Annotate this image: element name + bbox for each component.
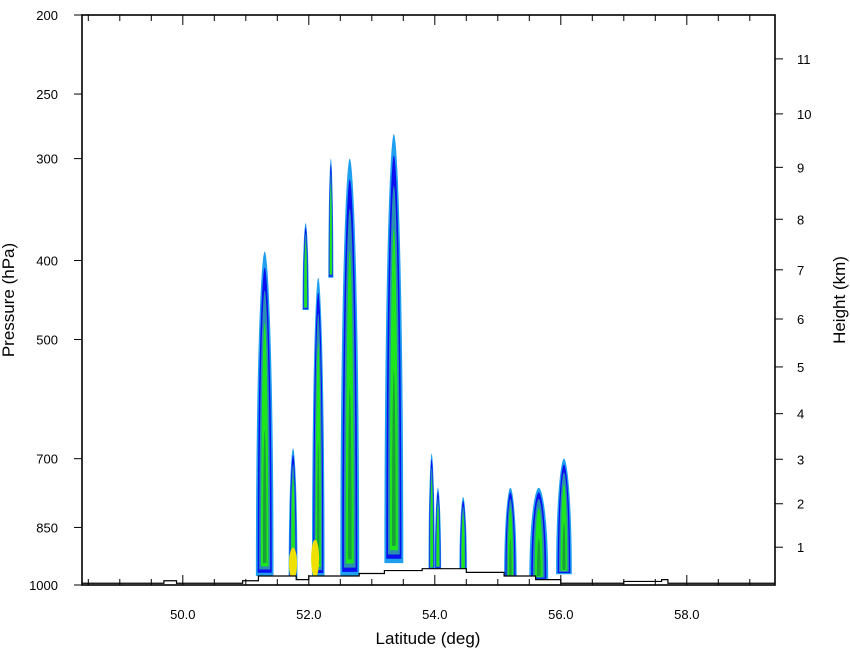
height-tick-label: 7 [797,263,804,278]
height-tick-label: 11 [797,52,811,67]
terrain-layer [82,568,775,585]
pressure-tick-label: 700 [36,452,58,467]
y-axis-right: 1 2 3 4 5 6 7 8 9 10 11 [775,52,811,555]
height-tick-label: 9 [797,160,804,175]
pressure-tick-label: 400 [36,253,58,268]
height-tick-label: 5 [797,360,804,375]
contour-core [311,539,320,578]
contour-column [328,158,334,278]
contour-column [311,277,325,577]
plot-frame [81,14,776,586]
pressure-tick-label: 250 [36,87,58,102]
y-axis-left: 200 250 300 400 500 700 850 1000 [29,8,82,593]
pressure-tick-label: 200 [36,8,58,23]
height-tick-label: 2 [797,497,804,512]
contour-column [384,134,404,564]
contour-column [504,487,517,580]
pressure-tick-label: 500 [36,333,58,348]
height-tick-label: 4 [797,407,804,422]
contour-layer [255,134,572,580]
x-axis-label: Latitude (deg) [376,629,481,648]
height-tick-label: 1 [797,540,804,555]
contour-column [255,251,274,577]
contour-column [556,458,572,575]
y-axis-label-left: Pressure (hPa) [0,243,18,357]
height-tick-label: 3 [797,452,804,467]
x-tick-label: 54.0 [422,607,447,622]
contour-column [529,487,549,580]
x-tick-label: 56.0 [548,607,573,622]
contour-column [428,453,435,571]
x-tick-label: 58.0 [674,607,699,622]
terrain-fill [82,568,775,585]
x-tick-label: 50.0 [170,607,195,622]
x-axis: 50.0 52.0 54.0 56.0 58.0 [87,15,751,622]
height-tick-label: 6 [797,312,804,327]
pressure-tick-label: 300 [36,152,58,167]
cross-section-chart: 50.0 52.0 54.0 56.0 58.0 200 250 300 400 500 700 8… [0,8,849,648]
contour-column [302,223,309,310]
y-axis-label-right: Height (km) [830,256,849,344]
height-tick-label: 8 [797,212,804,227]
contour-column [459,497,467,575]
contour-column [434,487,442,569]
pressure-tick-label: 1000 [29,578,58,593]
contour-core [289,547,298,580]
height-tick-label: 10 [797,107,811,122]
x-tick-label: 52.0 [296,607,321,622]
contour-column [340,158,360,577]
pressure-tick-label: 850 [36,520,58,535]
